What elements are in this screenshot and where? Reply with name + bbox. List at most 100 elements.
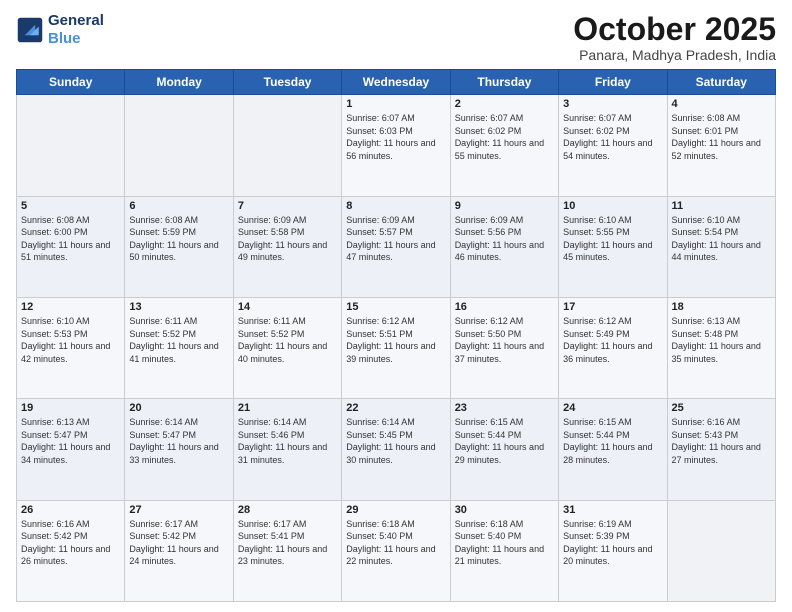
cell-info: Sunrise: 6:17 AMSunset: 5:42 PMDaylight:… [129,518,228,568]
day-number: 2 [455,98,554,110]
calendar-cell: 20 Sunrise: 6:14 AMSunset: 5:47 PMDayligh… [125,399,233,500]
calendar-cell: 14Sunrise: 6:11 AMSunset: 5:52 PMDayligh… [233,297,341,398]
cell-info: Sunrise: 6:15 AMSunset: 5:44 PMDaylight:… [455,416,554,466]
cell-info: Sunrise: 6:08 AMSunset: 5:59 PMDaylight:… [129,214,228,264]
cell-info: Sunrise: 6:16 AMSunset: 5:42 PMDaylight:… [21,518,120,568]
day-number: 18 [672,301,771,313]
calendar-cell: 8 Sunrise: 6:09 AMSunset: 5:57 PMDaylight… [342,196,450,297]
day-number: 6 [129,200,228,212]
page: General Blue October 2025 Panara, Madhya… [0,0,792,612]
day-number: 17 [563,301,662,313]
day-number: 13 [129,301,228,313]
day-number: 20 [129,402,228,414]
calendar-cell: 24 Sunrise: 6:15 AMSunset: 5:44 PMDayligh… [559,399,667,500]
calendar-cell: 28 Sunrise: 6:17 AMSunset: 5:41 PMDayligh… [233,500,341,601]
day-number: 8 [346,200,445,212]
cell-info: Sunrise: 6:13 AMSunset: 5:48 PMDaylight:… [672,315,771,365]
day-number: 19 [21,402,120,414]
calendar-cell: 4Sunrise: 6:08 AMSunset: 6:01 PMDaylight… [667,95,775,196]
day-number: 28 [238,504,337,516]
calendar-cell: 10Sunrise: 6:10 AMSunset: 5:55 PMDayligh… [559,196,667,297]
calendar-cell: 26 Sunrise: 6:16 AMSunset: 5:42 PMDayligh… [17,500,125,601]
cell-info: Sunrise: 6:08 AMSunset: 6:00 PMDaylight:… [21,214,120,264]
calendar-cell: 2 Sunrise: 6:07 AMSunset: 6:02 PMDaylight… [450,95,558,196]
calendar-cell: 6 Sunrise: 6:08 AMSunset: 5:59 PMDaylight… [125,196,233,297]
calendar-cell: 29 Sunrise: 6:18 AMSunset: 5:40 PMDayligh… [342,500,450,601]
day-header-tuesday: Tuesday [233,70,341,95]
calendar-cell: 23 Sunrise: 6:15 AMSunset: 5:44 PMDayligh… [450,399,558,500]
day-number: 27 [129,504,228,516]
day-number: 25 [672,402,771,414]
calendar-cell [233,95,341,196]
calendar-cell: 25 Sunrise: 6:16 AMSunset: 5:43 PMDayligh… [667,399,775,500]
calendar-cell: 18 Sunrise: 6:13 AMSunset: 5:48 PMDayligh… [667,297,775,398]
calendar-week-4: 19 Sunrise: 6:13 AMSunset: 5:47 PMDayligh… [17,399,776,500]
cell-info: Sunrise: 6:07 AMSunset: 6:03 PMDaylight:… [346,112,445,162]
day-header-saturday: Saturday [667,70,775,95]
day-number: 3 [563,98,662,110]
cell-info: Sunrise: 6:14 AMSunset: 5:46 PMDaylight:… [238,416,337,466]
cell-info: Sunrise: 6:18 AMSunset: 5:40 PMDaylight:… [346,518,445,568]
day-number: 9 [455,200,554,212]
calendar-cell: 19 Sunrise: 6:13 AMSunset: 5:47 PMDayligh… [17,399,125,500]
calendar-cell [667,500,775,601]
calendar-cell: 7 Sunrise: 6:09 AMSunset: 5:58 PMDaylight… [233,196,341,297]
cell-info: Sunrise: 6:09 AMSunset: 5:58 PMDaylight:… [238,214,337,264]
calendar-cell: 21 Sunrise: 6:14 AMSunset: 5:46 PMDayligh… [233,399,341,500]
calendar-cell: 12Sunrise: 6:10 AMSunset: 5:53 PMDayligh… [17,297,125,398]
day-number: 23 [455,402,554,414]
day-number: 5 [21,200,120,212]
cell-info: Sunrise: 6:12 AMSunset: 5:50 PMDaylight:… [455,315,554,365]
logo: General Blue [16,12,104,48]
calendar-week-5: 26 Sunrise: 6:16 AMSunset: 5:42 PMDayligh… [17,500,776,601]
calendar-cell: 31 Sunrise: 6:19 AMSunset: 5:39 PMDayligh… [559,500,667,601]
day-number: 15 [346,301,445,313]
calendar-cell: 5 Sunrise: 6:08 AMSunset: 6:00 PMDaylight… [17,196,125,297]
logo-text: General Blue [48,12,104,48]
day-number: 21 [238,402,337,414]
day-number: 11 [672,200,771,212]
cell-info: Sunrise: 6:15 AMSunset: 5:44 PMDaylight:… [563,416,662,466]
month-title: October 2025 [573,12,776,47]
day-number: 22 [346,402,445,414]
day-header-wednesday: Wednesday [342,70,450,95]
cell-info: Sunrise: 6:11 AMSunset: 5:52 PMDaylight:… [129,315,228,365]
cell-info: Sunrise: 6:17 AMSunset: 5:41 PMDaylight:… [238,518,337,568]
day-number: 7 [238,200,337,212]
cell-info: Sunrise: 6:09 AMSunset: 5:56 PMDaylight:… [455,214,554,264]
day-number: 1 [346,98,445,110]
calendar-week-1: 1 Sunrise: 6:07 AMSunset: 6:03 PMDaylight… [17,95,776,196]
day-number: 24 [563,402,662,414]
cell-info: Sunrise: 6:12 AMSunset: 5:49 PMDaylight:… [563,315,662,365]
header: General Blue October 2025 Panara, Madhya… [16,12,776,63]
cell-info: Sunrise: 6:07 AMSunset: 6:02 PMDaylight:… [455,112,554,162]
calendar-header-row: SundayMondayTuesdayWednesdayThursdayFrid… [17,70,776,95]
cell-info: Sunrise: 6:14 AMSunset: 5:47 PMDaylight:… [129,416,228,466]
cell-info: Sunrise: 6:19 AMSunset: 5:39 PMDaylight:… [563,518,662,568]
cell-info: Sunrise: 6:10 AMSunset: 5:54 PMDaylight:… [672,214,771,264]
day-header-monday: Monday [125,70,233,95]
cell-info: Sunrise: 6:13 AMSunset: 5:47 PMDaylight:… [21,416,120,466]
day-number: 16 [455,301,554,313]
day-number: 29 [346,504,445,516]
calendar-week-3: 12Sunrise: 6:10 AMSunset: 5:53 PMDayligh… [17,297,776,398]
day-number: 31 [563,504,662,516]
cell-info: Sunrise: 6:07 AMSunset: 6:02 PMDaylight:… [563,112,662,162]
day-header-friday: Friday [559,70,667,95]
calendar-cell: 22Sunrise: 6:14 AMSunset: 5:45 PMDayligh… [342,399,450,500]
day-number: 4 [672,98,771,110]
cell-info: Sunrise: 6:11 AMSunset: 5:52 PMDaylight:… [238,315,337,365]
cell-info: Sunrise: 6:09 AMSunset: 5:57 PMDaylight:… [346,214,445,264]
calendar-cell [17,95,125,196]
calendar-week-2: 5 Sunrise: 6:08 AMSunset: 6:00 PMDaylight… [17,196,776,297]
cell-info: Sunrise: 6:12 AMSunset: 5:51 PMDaylight:… [346,315,445,365]
calendar-cell [125,95,233,196]
calendar-cell: 27 Sunrise: 6:17 AMSunset: 5:42 PMDayligh… [125,500,233,601]
cell-info: Sunrise: 6:10 AMSunset: 5:55 PMDaylight:… [563,214,662,264]
calendar: SundayMondayTuesdayWednesdayThursdayFrid… [16,69,776,602]
day-header-sunday: Sunday [17,70,125,95]
day-number: 26 [21,504,120,516]
calendar-cell: 9 Sunrise: 6:09 AMSunset: 5:56 PMDaylight… [450,196,558,297]
cell-info: Sunrise: 6:16 AMSunset: 5:43 PMDaylight:… [672,416,771,466]
calendar-cell: 30Sunrise: 6:18 AMSunset: 5:40 PMDayligh… [450,500,558,601]
